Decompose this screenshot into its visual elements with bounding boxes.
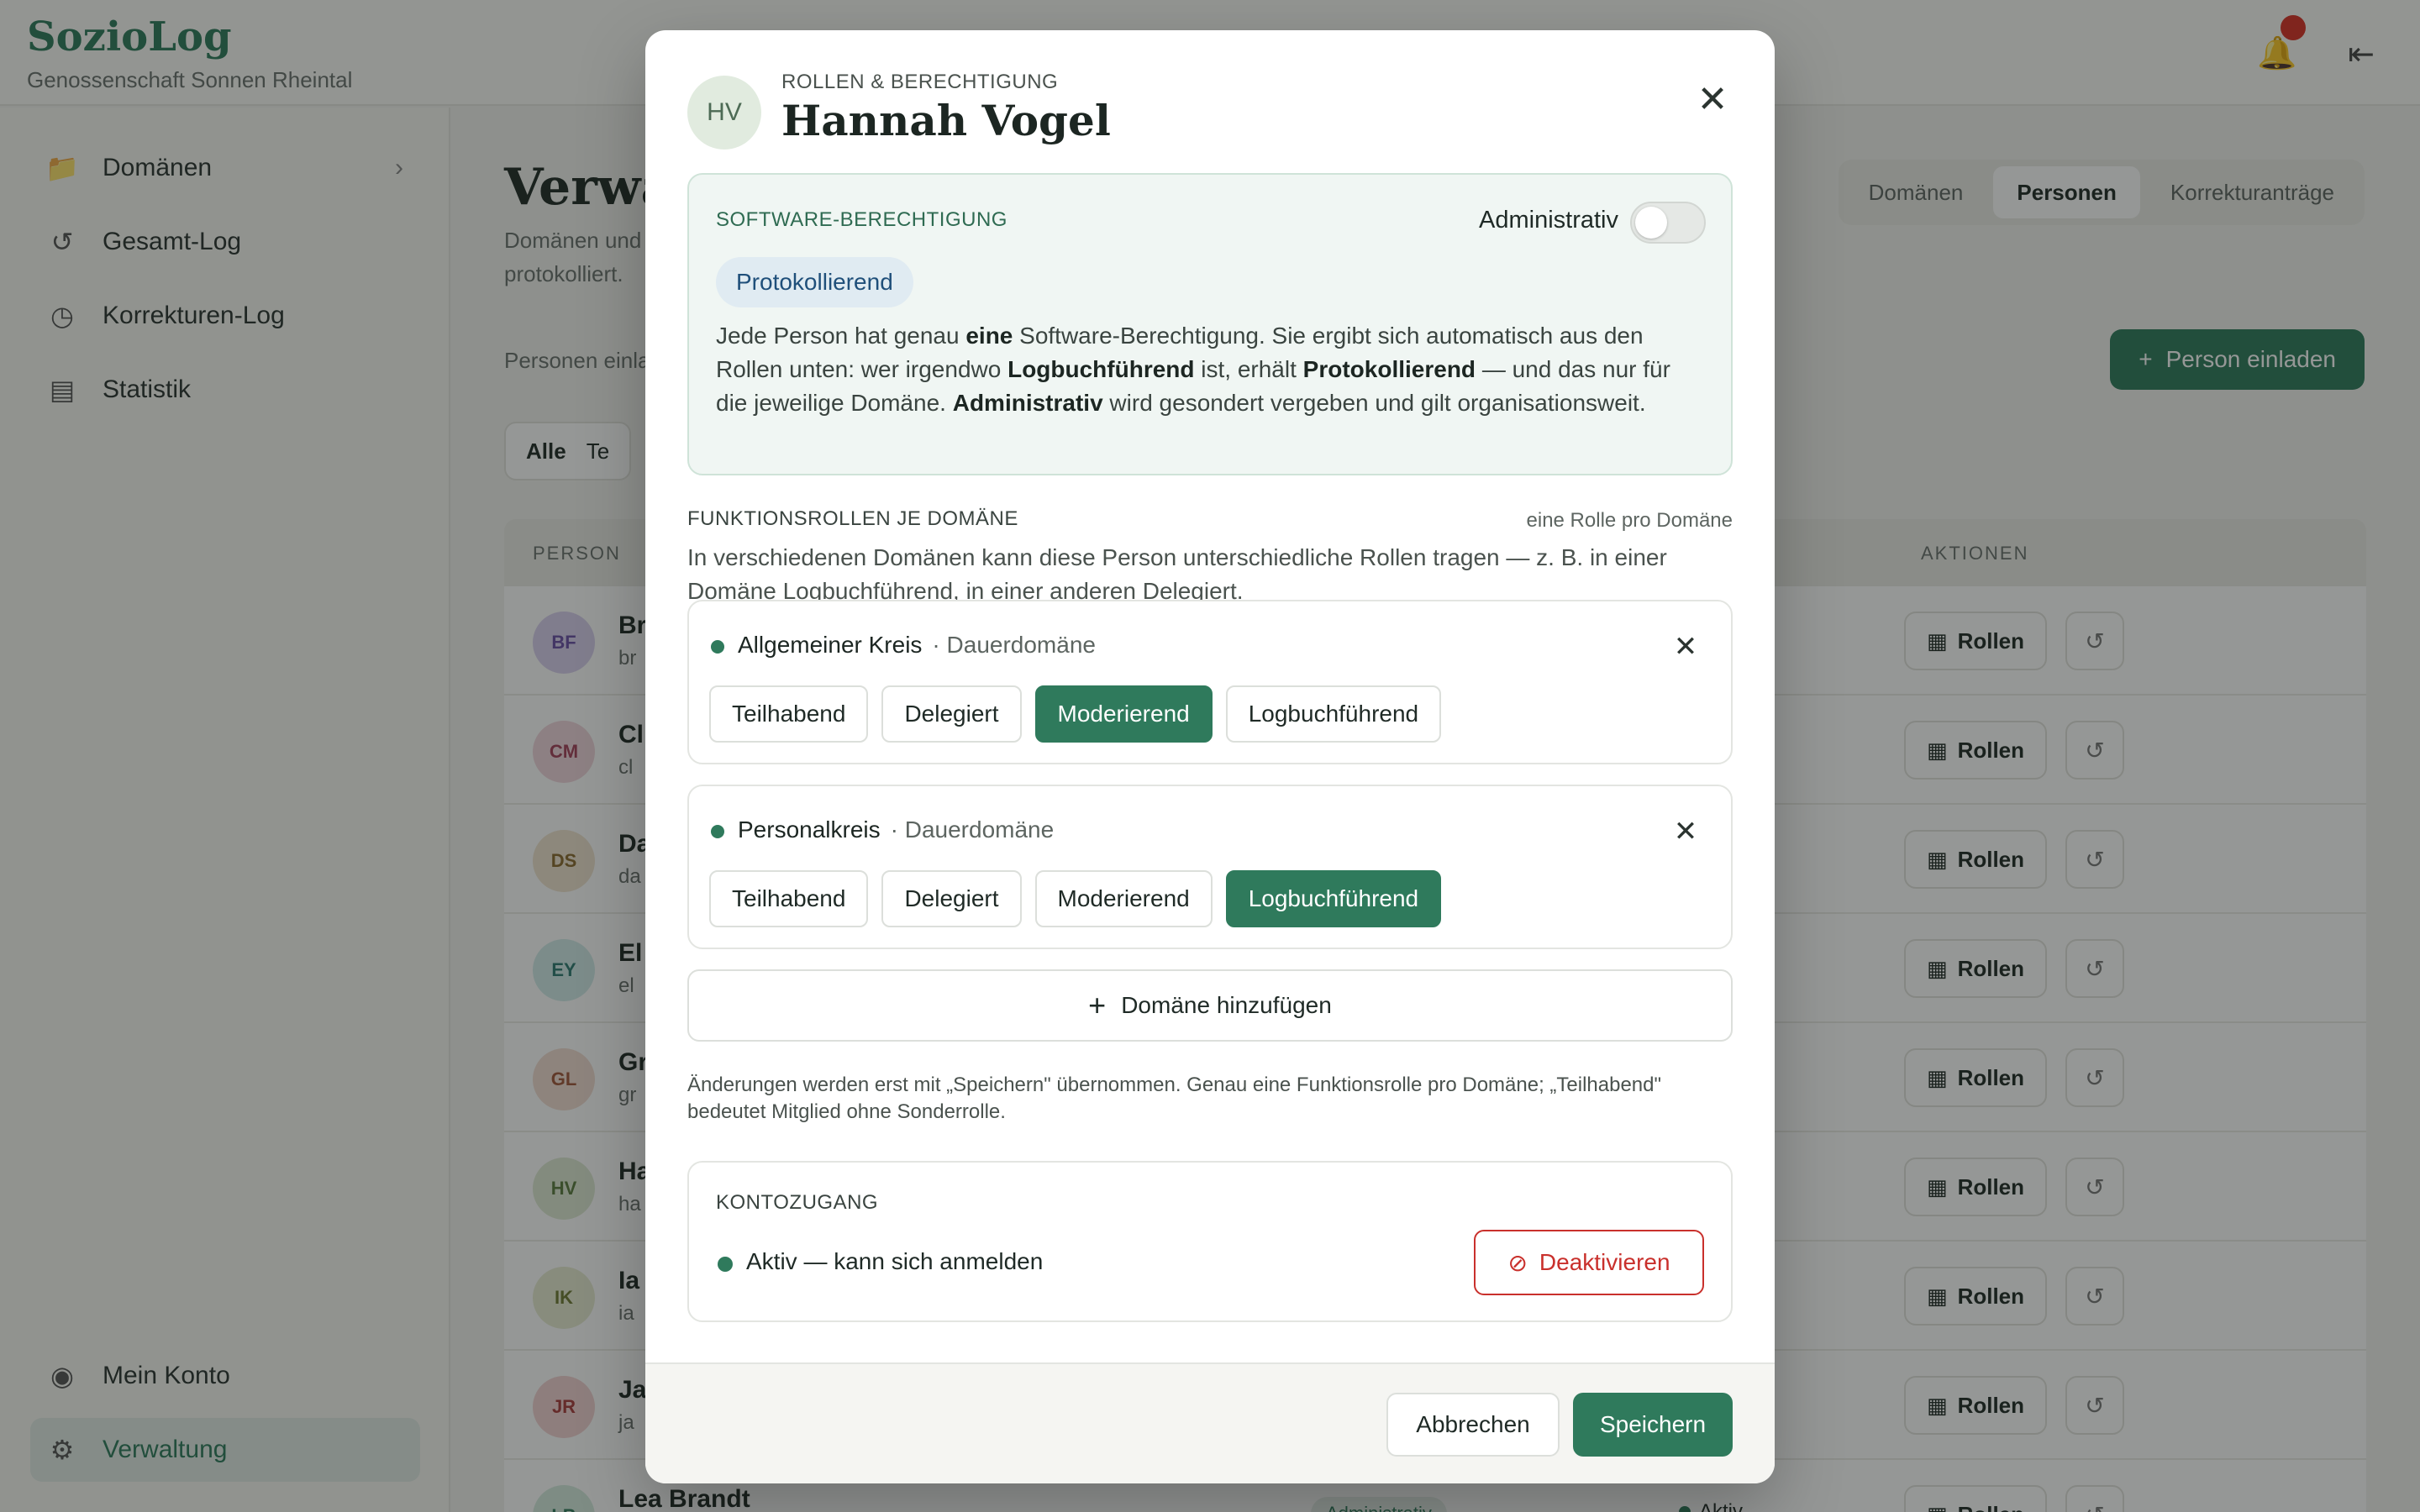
cancel-button[interactable]: Abbrechen [1386,1393,1560,1457]
domain-card: Allgemeiner Kreis · Dauerdomäne ✕ Teilhaben… [687,600,1733,764]
remove-domain-button[interactable]: ✕ [1665,627,1706,667]
roles-section-title: FUNKTIONSROLLEN JE DOMÄNE [687,507,1018,530]
text-part-bold: Administrativ [952,390,1103,416]
status-dot [711,825,724,838]
account-status: Aktiv — kann sich anmelden [746,1248,1044,1274]
save-button[interactable]: Speichern [1573,1393,1733,1457]
close-icon: ✕ [1673,631,1698,663]
domain-name: Personalkreis · Dauerdomäne [738,816,1054,843]
close-icon: ✕ [1697,78,1728,120]
plus-icon: + [1088,988,1107,1022]
roles-section-note: eine Rolle pro Domäne [1526,509,1733,532]
deactivate-label: Deaktivieren [1539,1249,1670,1275]
domain-title: Personalkreis [738,816,881,843]
software-permission-badge: Protokollierend [716,257,913,307]
roles-modal: HV ROLLEN & BERECHTIGUNG Hannah Vogel ✕ … [645,30,1775,1483]
role-selector: Teilhabend Delegiert Moderierend Logbuchfüh… [709,870,1442,927]
text-part-bold: Logbuchführend [1007,356,1195,382]
role-option-delegiert[interactable]: Delegiert [881,685,1022,743]
block-icon: ⊘ [1507,1249,1528,1276]
role-option-logbuchführend[interactable]: Logbuchführend [1225,685,1442,743]
admin-toggle-label: Administrativ [1479,207,1618,234]
account-access-label: KONTOZUGANG [716,1191,879,1214]
save-hint: Änderungen werden erst mit „Speichern" ü… [687,1074,1662,1123]
domain-name: Allgemeiner Kreis · Dauerdomäne [738,632,1096,659]
role-option-moderierend[interactable]: Moderierend [1034,870,1213,927]
add-domain-label: Domäne hinzufügen [1121,992,1332,1018]
remove-domain-button[interactable]: ✕ [1665,811,1706,852]
role-option-logbuchführend[interactable]: Logbuchführend [1225,870,1442,927]
role-option-teilhabend[interactable]: Teilhabend [709,870,869,927]
software-permission-box: SOFTWARE-BERECHTIGUNG Administrativ Prot… [687,173,1733,475]
modal-footer: Abbrechen Speichern [645,1362,1775,1483]
domain-type: · Dauerdomäne [890,816,1055,843]
close-button[interactable]: ✕ [1689,76,1736,123]
status-dot [718,1257,733,1272]
text-part: wird gesondert vergeben und gilt organis… [1102,390,1646,416]
deactivate-button[interactable]: ⊘ Deaktivieren [1474,1230,1704,1295]
status-dot [711,640,724,654]
text-part: Jede Person hat genau [716,323,966,349]
account-access-box: KONTOZUGANG Aktiv — kann sich anmelden ⊘… [687,1161,1733,1322]
role-option-moderierend[interactable]: Moderierend [1034,685,1213,743]
text-part-bold: Protokollierend [1302,356,1476,382]
modal-kicker: ROLLEN & BERECHTIGUNG [781,71,1059,93]
toggle-knob [1635,207,1667,239]
role-option-teilhabend[interactable]: Teilhabend [709,685,869,743]
modal-title: Hannah Vogel [781,96,1111,145]
domain-card: Personalkreis · Dauerdomäne ✕ Teilhabend Del… [687,785,1733,949]
admin-toggle[interactable] [1630,202,1706,244]
role-option-delegiert[interactable]: Delegiert [881,870,1022,927]
software-permission-explanation: Jede Person hat genau eine Software-Bere… [716,319,1707,420]
avatar: HV [687,76,761,150]
add-domain-button[interactable]: + Domäne hinzufügen [687,969,1733,1042]
domain-title: Allgemeiner Kreis [738,632,923,658]
software-permission-label: SOFTWARE-BERECHTIGUNG [716,208,1007,231]
domain-type: · Dauerdomäne [932,632,1096,658]
text-part-bold: eine [965,323,1013,349]
roles-section-description: In verschiedenen Domänen kann diese Pers… [687,544,1667,604]
close-icon: ✕ [1673,816,1698,848]
role-selector: Teilhabend Delegiert Moderierend Logbuchfüh… [709,685,1442,743]
text-part: ist, erhält [1194,356,1303,382]
